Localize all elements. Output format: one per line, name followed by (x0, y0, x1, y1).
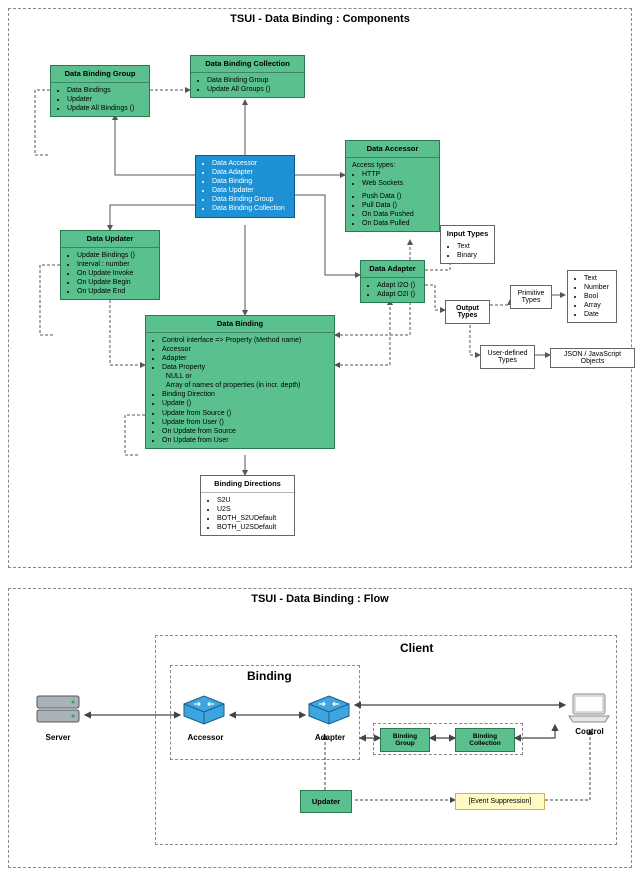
data-updater-box: Data Updater Update Bindings () Interval… (60, 230, 160, 300)
input-types-box: Input Types Text Binary (440, 225, 495, 264)
data-binding-box: Data Binding Control interface => Proper… (145, 315, 335, 449)
binding-group-box: Binding Group (380, 728, 430, 752)
control-icon (565, 690, 613, 731)
components-panel: TSUI - Data Binding : Components (8, 8, 632, 568)
data-binding-collection-box: Data Binding Collection Data Binding Gro… (190, 55, 305, 98)
data-accessor-box: Data Accessor Access types: HTTP Web Soc… (345, 140, 440, 232)
output-types-box: Output Types (445, 300, 490, 324)
server-icon (33, 690, 83, 735)
event-suppression-box: [Event Suppression] (455, 793, 545, 810)
primitive-types-list: Text Number Bool Array Date (567, 270, 617, 323)
box-title: Data Binding Group (51, 66, 149, 83)
box-title: Data Updater (61, 231, 159, 248)
primitive-types-label: Primitive Types (510, 285, 552, 309)
accessor-label: Accessor (183, 733, 228, 742)
control-label: Control (572, 727, 607, 736)
user-defined-types-box: User-defined Types (480, 345, 535, 369)
data-binding-group-box: Data Binding Group Data Bindings Updater… (50, 65, 150, 117)
binding-directions-box: Binding Directions S2U U2S BOTH_S2UDefau… (200, 475, 295, 536)
box-title: Data Binding Collection (191, 56, 304, 73)
flow-panel: TSUI - Data Binding : Flow Client Bindin… (8, 588, 632, 868)
box-title: Data Binding (146, 316, 334, 333)
data-adapter-box: Data Adapter Adapt I2O () Adapt O2I () (360, 260, 425, 303)
adapter-icon (305, 690, 353, 726)
json-objects-box: JSON / JavaScript Objects (550, 348, 635, 368)
box-title: Data Accessor (346, 141, 439, 158)
server-label: Server (43, 733, 73, 742)
client-label: Client (400, 641, 433, 655)
updater-box: Updater (300, 790, 352, 813)
adapter-label: Adapter (310, 733, 350, 742)
binding-collection-box: Binding Collection (455, 728, 515, 752)
binding-label: Binding (247, 669, 292, 683)
accessor-icon (180, 690, 228, 726)
central-box: Data Accessor Data Adapter Data Binding … (195, 155, 295, 218)
box-title: Data Adapter (361, 261, 424, 278)
